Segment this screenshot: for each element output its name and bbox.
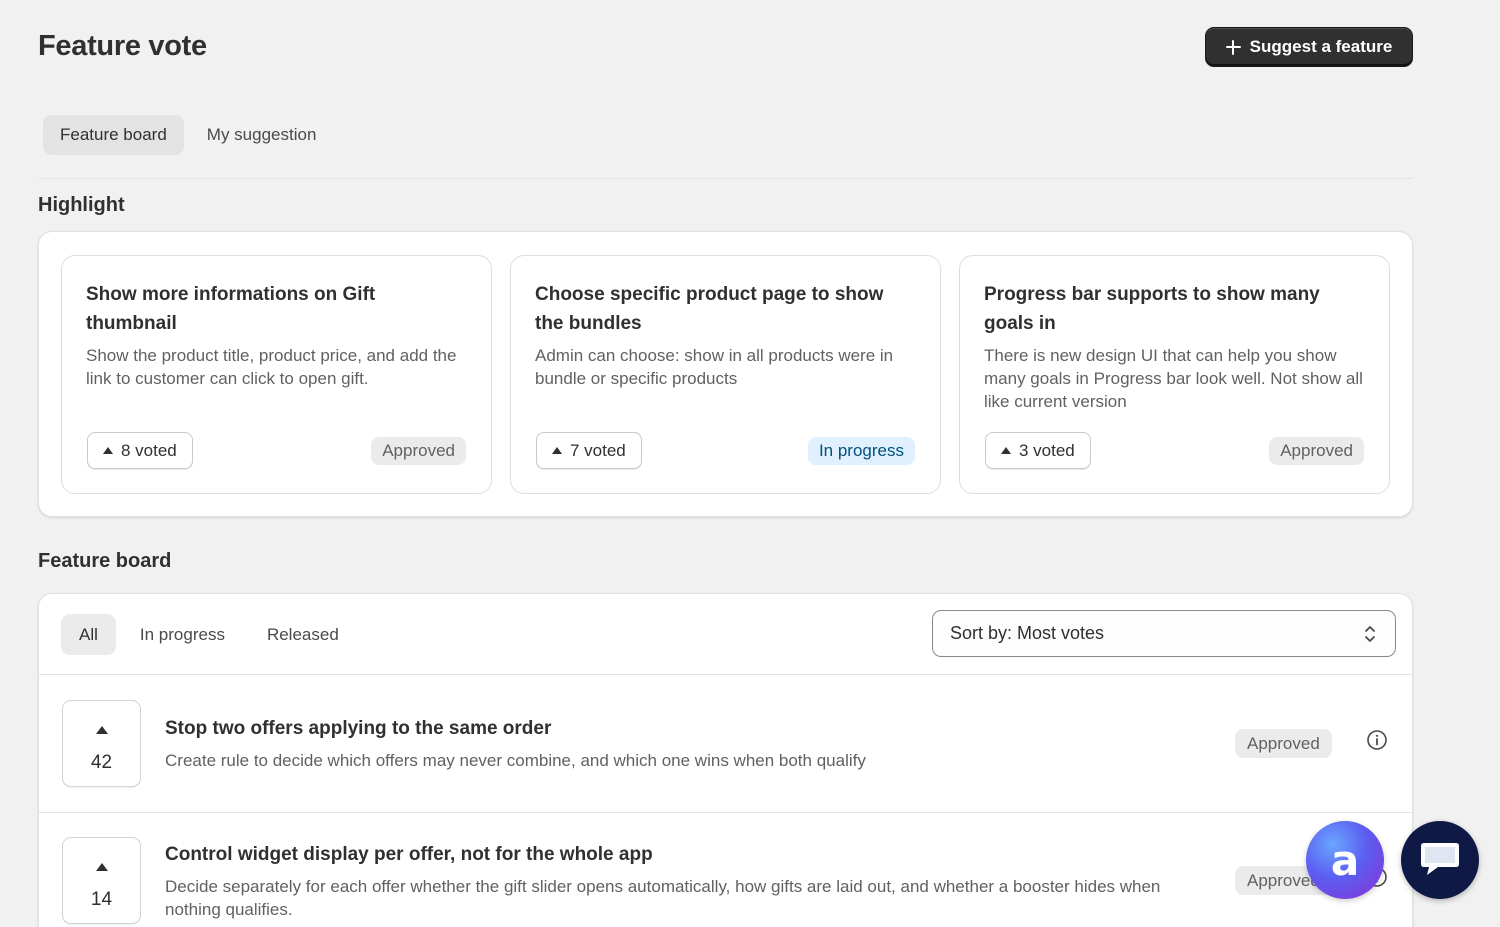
- highlight-card: Progress bar supports to show many goals…: [959, 255, 1390, 494]
- status-badge: Approved: [371, 437, 466, 465]
- vote-button[interactable]: 7 voted: [536, 432, 642, 469]
- main-tabs: Feature board My suggestion: [43, 115, 333, 155]
- feature-board-panel: All In progress Released Sort by: Most v…: [38, 593, 1413, 927]
- vote-button[interactable]: 8 voted: [87, 432, 193, 469]
- vote-count: 14: [90, 889, 113, 910]
- status-badge: In progress: [807, 437, 915, 465]
- chat-bubble-icon: [1421, 843, 1459, 875]
- row-divider: [39, 812, 1412, 813]
- feature-title: Control widget display per offer, not fo…: [165, 844, 653, 865]
- info-icon[interactable]: [1366, 729, 1388, 751]
- highlight-card-title: Show more informations on Gift thumbnail: [86, 284, 376, 334]
- caret-up-icon: [552, 447, 562, 454]
- vote-count: 7 voted: [570, 440, 626, 460]
- highlight-section-title: Highlight: [38, 194, 125, 216]
- vote-button[interactable]: 3 voted: [985, 432, 1091, 469]
- caret-up-icon: [96, 863, 108, 871]
- caret-up-icon: [1001, 447, 1011, 454]
- upvote-button[interactable]: 42: [62, 700, 141, 787]
- feature-title: Stop two offers applying to the same ord…: [165, 718, 552, 739]
- chat-launcher-button[interactable]: [1401, 821, 1479, 899]
- tab-my-suggestion[interactable]: My suggestion: [190, 115, 334, 155]
- highlight-card-title: Progress bar supports to show many goals…: [984, 284, 1320, 334]
- filter-tab-in-progress[interactable]: In progress: [122, 614, 243, 655]
- suggest-feature-label: Suggest a feature: [1249, 37, 1393, 56]
- caret-up-icon: [96, 726, 108, 734]
- sort-select[interactable]: Sort by: Most votes: [932, 610, 1396, 657]
- status-badge: Approved: [1235, 729, 1332, 758]
- assistant-launcher-button[interactable]: a: [1306, 821, 1384, 899]
- highlight-panel: Show more informations on Gift thumbnail…: [38, 231, 1413, 517]
- tabs-divider: [38, 178, 1413, 179]
- highlight-card-description: There is new design UI that can help you…: [984, 346, 1363, 411]
- feature-board-section-title: Feature board: [38, 550, 172, 572]
- suggest-feature-button[interactable]: Suggest a feature: [1205, 27, 1413, 67]
- status-badge: Approved: [1269, 437, 1364, 465]
- vote-count: 42: [90, 752, 113, 773]
- page-title: Feature vote: [38, 30, 207, 62]
- tab-feature-board[interactable]: Feature board: [43, 115, 184, 155]
- feature-description: Create rule to decide which offers may n…: [165, 751, 866, 770]
- caret-up-icon: [103, 447, 113, 454]
- chevron-up-down-icon: [1365, 626, 1375, 642]
- feature-description: Decide separately for each offer whether…: [165, 877, 1161, 919]
- upvote-button[interactable]: 14: [62, 837, 141, 924]
- highlight-card-description: Admin can choose: show in all products w…: [535, 346, 894, 388]
- filter-tab-all[interactable]: All: [61, 614, 116, 655]
- highlight-card: Choose specific product page to show the…: [510, 255, 941, 494]
- highlight-card: Show more informations on Gift thumbnail…: [61, 255, 492, 494]
- filter-tabs: All In progress Released: [61, 614, 357, 655]
- vote-count: 3 voted: [1019, 440, 1075, 460]
- highlight-card-description: Show the product title, product price, a…: [86, 346, 457, 388]
- vote-count: 8 voted: [121, 440, 177, 460]
- row-divider: [39, 674, 1412, 675]
- assistant-logo-icon: a: [1330, 835, 1360, 885]
- highlight-card-title: Choose specific product page to show the…: [535, 284, 884, 334]
- sort-select-value: Sort by: Most votes: [950, 623, 1105, 643]
- plus-icon: [1225, 39, 1241, 55]
- filter-tab-released[interactable]: Released: [249, 614, 357, 655]
